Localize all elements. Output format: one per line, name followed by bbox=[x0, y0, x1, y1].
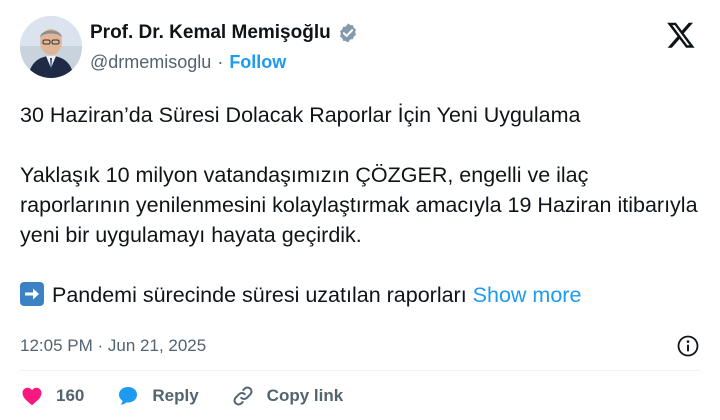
author-name[interactable]: Prof. Dr. Kemal Memişoğlu bbox=[90, 22, 331, 44]
verified-badge-icon bbox=[339, 23, 356, 43]
tweet-teaser: Pandemi sürecinde süresi uzatılan raporl… bbox=[52, 283, 467, 307]
arrow-right-emoji-icon bbox=[20, 282, 44, 306]
tweet-time: 12:05 PM bbox=[20, 336, 93, 355]
tweet-paragraph-2: Yaklaşık 10 milyon vatandaşımızın ÇÖZGER… bbox=[20, 163, 698, 247]
heart-icon bbox=[22, 387, 42, 406]
tweet-meta: 12:05 PM · Jun 21, 2025 bbox=[20, 334, 700, 358]
timestamp[interactable]: 12:05 PM · Jun 21, 2025 bbox=[20, 336, 206, 356]
tweet-date: Jun 21, 2025 bbox=[107, 336, 207, 355]
tweet-actions: 160 Reply Copy link bbox=[20, 384, 343, 408]
meta-separator: · bbox=[97, 336, 104, 355]
like-button[interactable]: 160 bbox=[20, 384, 84, 408]
reply-bubble-icon bbox=[119, 387, 138, 405]
link-icon bbox=[233, 386, 253, 406]
handle-separator: · bbox=[217, 52, 224, 72]
reply-button[interactable]: Reply bbox=[116, 384, 199, 408]
avatar[interactable] bbox=[20, 16, 82, 78]
author-name-row: Prof. Dr. Kemal Memişoğlu bbox=[90, 22, 359, 44]
avatar-portrait bbox=[20, 16, 82, 78]
info-icon[interactable] bbox=[676, 334, 700, 358]
tweet-text: 30 Haziran’da Süresi Dolacak Raporlar İç… bbox=[20, 100, 700, 310]
tweet-card: Prof. Dr. Kemal Memişoğlu @drmemisoglu ·… bbox=[0, 0, 720, 420]
copy-link-label: Copy link bbox=[266, 386, 344, 405]
show-more-link[interactable]: Show more bbox=[473, 283, 582, 307]
x-logo-icon[interactable] bbox=[666, 20, 696, 50]
copy-link-button[interactable]: Copy link bbox=[231, 384, 344, 408]
handle-row: @drmemisoglu · Follow bbox=[90, 52, 286, 73]
divider bbox=[20, 370, 700, 371]
tweet-teaser-line: Pandemi sürecinde süresi uzatılan raporl… bbox=[20, 280, 700, 310]
tweet-paragraph-1: 30 Haziran’da Süresi Dolacak Raporlar İç… bbox=[20, 103, 581, 127]
author-handle[interactable]: @drmemisoglu bbox=[90, 52, 211, 73]
reply-label: Reply bbox=[152, 386, 199, 405]
like-count: 160 bbox=[56, 386, 85, 405]
follow-button[interactable]: Follow bbox=[229, 52, 286, 73]
tweet-header: Prof. Dr. Kemal Memişoğlu @drmemisoglu ·… bbox=[20, 14, 700, 82]
